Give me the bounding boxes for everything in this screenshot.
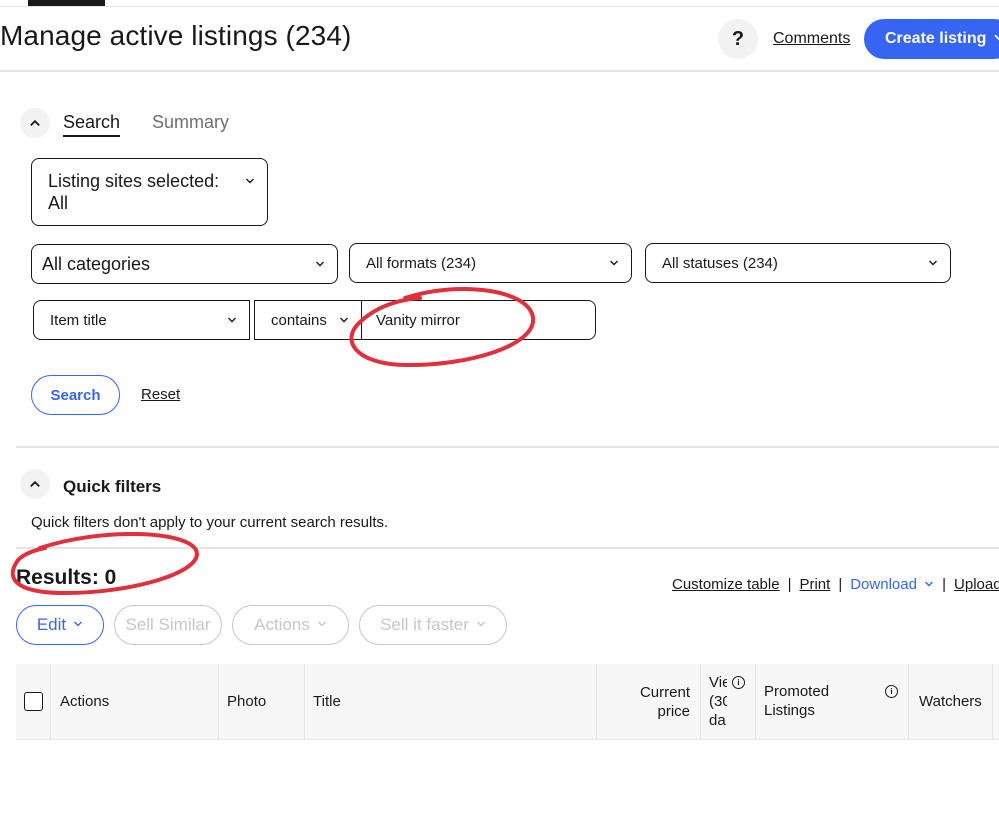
categories-value: All categories	[42, 253, 151, 274]
header-divider	[0, 70, 999, 72]
operator-select[interactable]: contains	[254, 300, 362, 340]
tab-summary[interactable]: Summary	[152, 112, 229, 133]
comments-link[interactable]: Comments	[773, 30, 850, 48]
actions-label: Actions	[254, 615, 310, 634]
separator: |	[838, 576, 843, 593]
chevron-down-icon	[73, 619, 83, 632]
promoted-label-1: Promoted	[764, 683, 830, 700]
actions-menu-button[interactable]: Actions	[232, 605, 349, 645]
chevron-up-icon	[30, 119, 40, 127]
chevron-down-icon	[245, 170, 255, 186]
chevron-down-icon	[317, 619, 327, 632]
operator-value: contains	[271, 311, 327, 329]
chevron-down-icon	[609, 258, 619, 268]
separator: |	[787, 576, 792, 593]
info-icon[interactable]: i	[885, 685, 898, 698]
section-divider	[16, 446, 999, 448]
create-listing-button[interactable]: Create listing	[864, 19, 999, 59]
statuses-value: All statuses (234)	[662, 254, 778, 272]
section-divider	[16, 547, 999, 549]
quick-filters-title: Quick filters	[63, 477, 162, 496]
field-value: Item title	[50, 311, 107, 329]
views-label-2: (30	[709, 693, 727, 710]
search-query-input[interactable]: Vanity mirror	[361, 300, 596, 340]
edit-button[interactable]: Edit	[16, 605, 104, 645]
chevron-down-icon	[928, 258, 938, 268]
divider	[0, 6, 999, 7]
chevron-down-icon	[925, 581, 934, 587]
sell-similar-button[interactable]: Sell Similar	[114, 605, 222, 645]
customize-table-link[interactable]: Customize table	[672, 576, 780, 593]
column-watchers[interactable]: Watchers	[909, 664, 993, 739]
print-link[interactable]: Print	[799, 576, 830, 593]
search-button[interactable]: Search	[31, 375, 120, 415]
column-current-price[interactable]: Current price	[597, 664, 701, 739]
column-title[interactable]: Title	[305, 664, 597, 739]
table-header: Actions Photo Title Currentprice Vie (30 d…	[16, 664, 999, 740]
question-icon: ?	[731, 27, 745, 50]
upload-link[interactable]: Upload	[954, 576, 999, 593]
info-icon[interactable]: i	[732, 676, 745, 689]
create-listing-label: Create listing	[885, 30, 987, 47]
chevron-down-icon	[339, 315, 349, 325]
promoted-label-2: Listings	[764, 702, 815, 719]
views-label-3: da	[709, 712, 726, 729]
edit-label: Edit	[36, 615, 67, 634]
select-all-cell	[16, 664, 51, 739]
quick-filters-note: Quick filters don't apply to your curren…	[31, 514, 389, 531]
reset-link[interactable]: Reset	[141, 386, 180, 403]
sell-it-faster-label: Sell it faster	[380, 615, 469, 634]
sell-it-faster-button[interactable]: Sell it faster	[359, 605, 507, 645]
separator: |	[942, 576, 947, 593]
collapse-quick-filters-button[interactable]	[20, 469, 50, 499]
column-photo[interactable]: Photo	[219, 664, 305, 739]
tab-search[interactable]: Search	[63, 112, 121, 137]
listing-sites-label: Listing sites selected:	[48, 171, 220, 191]
chevron-up-icon	[30, 480, 40, 488]
categories-select[interactable]: All categories	[31, 244, 338, 284]
results-count: Results: 0	[16, 566, 117, 589]
chevron-down-icon	[227, 315, 237, 325]
page-title: Manage active listings (234)	[0, 20, 352, 51]
search-query-value: Vanity mirror	[376, 311, 460, 329]
listing-sites-select[interactable]: Listing sites selected: All	[31, 158, 268, 226]
select-all-checkbox[interactable]	[23, 692, 43, 711]
collapse-search-button[interactable]	[20, 108, 50, 138]
statuses-select[interactable]: All statuses (234)	[645, 243, 951, 283]
formats-select[interactable]: All formats (234)	[349, 243, 632, 283]
help-button[interactable]: ?	[718, 19, 758, 59]
listing-sites-value: All	[48, 193, 69, 213]
download-menu[interactable]: Download	[850, 576, 934, 593]
column-views[interactable]: Vie (30 da i	[701, 664, 756, 739]
formats-value: All formats (234)	[366, 254, 477, 272]
chevron-down-icon	[476, 619, 486, 632]
table-toolbar: Customize table | Print | Download | Upl…	[672, 576, 999, 593]
chevron-down-icon	[994, 32, 999, 46]
column-promoted-listings[interactable]: Promoted Listings i	[756, 664, 909, 739]
field-select[interactable]: Item title	[33, 300, 250, 340]
current-price-label-2: price	[657, 702, 690, 720]
chevron-down-icon	[315, 259, 325, 269]
views-label-1: Vie	[709, 674, 727, 691]
column-actions[interactable]: Actions	[51, 664, 219, 739]
download-label: Download	[850, 576, 917, 593]
current-price-label-1: Current	[639, 683, 690, 701]
